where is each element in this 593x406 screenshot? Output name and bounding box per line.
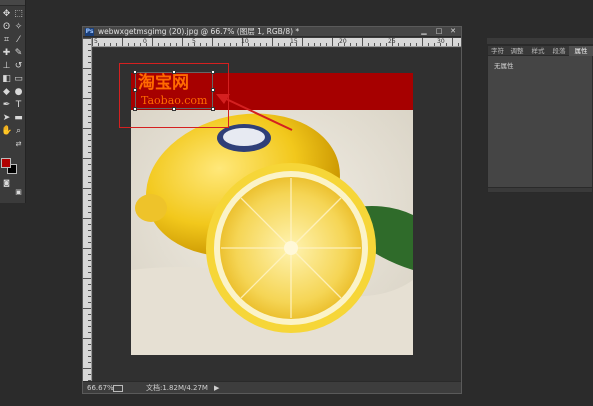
properties-panel: 字符 调整 样式 段落 属性 无属性 [487,45,593,193]
panel-tabs: 字符 调整 样式 段落 属性 [488,46,593,56]
tab-styles[interactable]: 样式 [527,46,549,56]
no-properties-label: 无属性 [494,62,514,70]
tab-properties[interactable]: 属性 [569,46,593,56]
tab-paragraph[interactable]: 段落 [549,46,569,56]
tab-adjustments[interactable]: 调整 [507,46,527,56]
tab-character[interactable]: 字符 [488,46,507,56]
panel-footer [488,187,592,192]
foreground-color-swatch[interactable] [1,158,11,168]
right-panel-grip[interactable] [487,38,593,45]
